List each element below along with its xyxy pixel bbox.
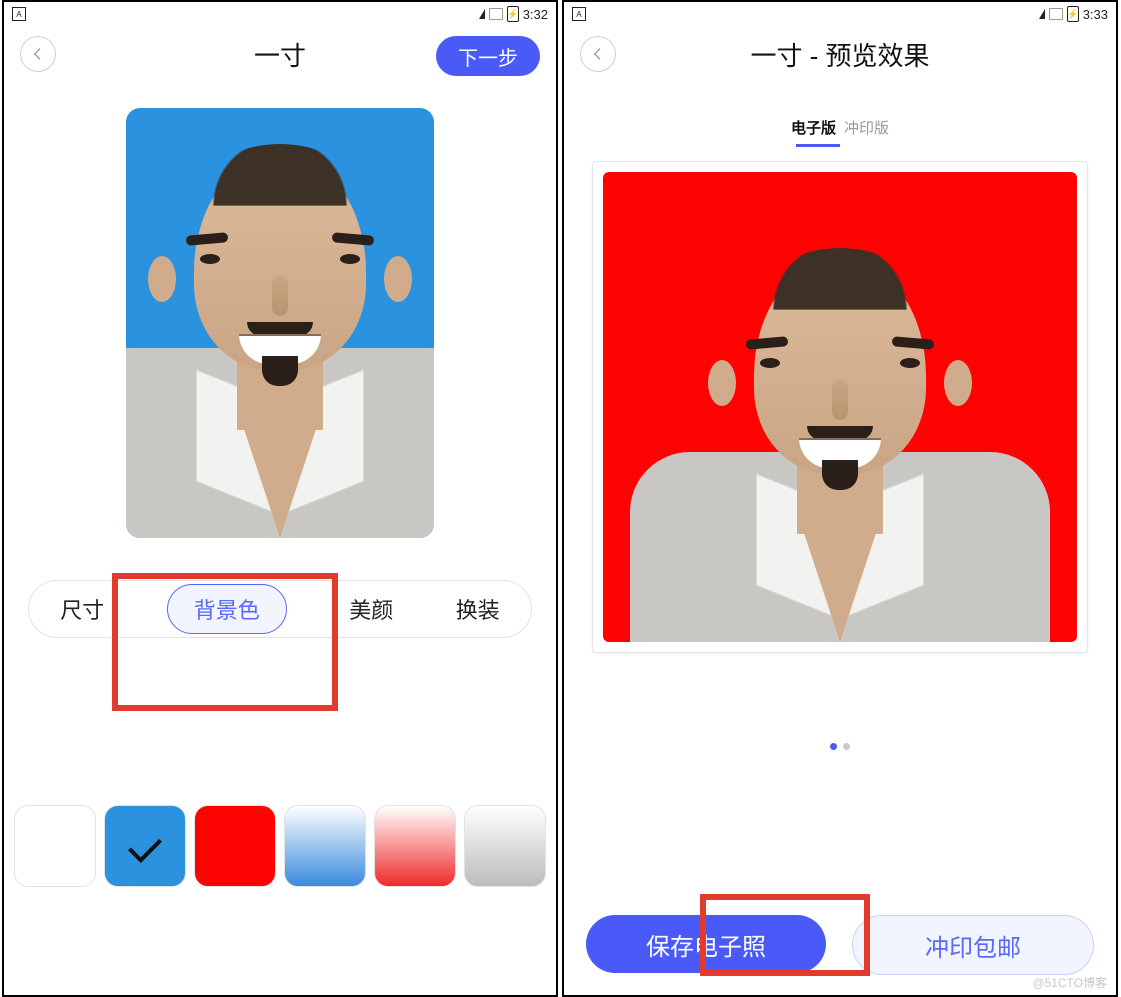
- preview-card: [592, 161, 1088, 653]
- tab-dress[interactable]: 换装: [456, 593, 500, 625]
- phone-preview: A ⚡ 3:33 一寸 - 预览效果 电子版冲印版: [562, 0, 1118, 997]
- signal-icon: [479, 9, 485, 19]
- bgcolor-swatches: [4, 805, 556, 891]
- page-indicator: [564, 743, 1116, 750]
- page-dot: [843, 743, 850, 750]
- editor-tabs: 尺寸 背景色 美颜 换装: [28, 580, 532, 638]
- photo-preview-area: [4, 108, 556, 538]
- swatch-white[interactable]: [14, 805, 96, 887]
- page-title: 一寸 - 预览效果: [564, 36, 1116, 73]
- status-bar: A ⚡ 3:32: [4, 2, 556, 26]
- app-badge-icon: A: [12, 7, 26, 21]
- back-button[interactable]: [20, 36, 56, 72]
- watermark-text: @51CTO博客: [1032, 974, 1107, 991]
- subtab-underline: [796, 144, 840, 147]
- save-digital-button[interactable]: 保存电子照: [586, 915, 826, 973]
- phone-editor: A ⚡ 3:32 一寸 下一步: [2, 0, 558, 997]
- clock-text: 3:33: [1083, 7, 1108, 22]
- no-sim-icon: [1049, 8, 1063, 20]
- tab-size[interactable]: 尺寸: [60, 593, 104, 625]
- page-dot-active: [830, 743, 837, 750]
- id-photo-preview[interactable]: [603, 172, 1077, 642]
- portrait-subject: [660, 212, 1020, 642]
- swatch-red-gradient[interactable]: [374, 805, 456, 887]
- no-sim-icon: [489, 8, 503, 20]
- nav-bar: 一寸 - 预览效果: [564, 26, 1116, 82]
- signal-icon: [1039, 9, 1045, 19]
- app-badge-icon: A: [572, 7, 586, 21]
- subtab-print[interactable]: 冲印版: [840, 111, 893, 144]
- tab-beauty[interactable]: 美颜: [349, 593, 393, 625]
- swatch-red[interactable]: [194, 805, 276, 887]
- id-photo-preview[interactable]: [126, 108, 434, 538]
- back-button[interactable]: [580, 36, 616, 72]
- swatch-blue-gradient[interactable]: [284, 805, 366, 887]
- check-icon: [128, 829, 162, 863]
- status-bar: A ⚡ 3:33: [564, 2, 1116, 26]
- swatch-grey-gradient[interactable]: [464, 805, 546, 887]
- print-ship-button[interactable]: 冲印包邮: [852, 915, 1094, 975]
- nav-bar: 一寸 下一步: [4, 26, 556, 82]
- subtab-digital[interactable]: 电子版: [787, 111, 840, 144]
- battery-icon: ⚡: [1067, 6, 1079, 22]
- portrait-subject: [126, 108, 434, 538]
- chevron-left-icon: [590, 46, 606, 62]
- tab-bgcolor[interactable]: 背景色: [167, 584, 287, 634]
- clock-text: 3:32: [523, 7, 548, 22]
- cta-bar: 保存电子照 冲印包邮: [564, 915, 1116, 975]
- chevron-left-icon: [30, 46, 46, 62]
- preview-subtabs: 电子版冲印版: [564, 82, 1116, 144]
- next-button[interactable]: 下一步: [436, 36, 540, 76]
- swatch-blue[interactable]: [104, 805, 186, 887]
- battery-icon: ⚡: [507, 6, 519, 22]
